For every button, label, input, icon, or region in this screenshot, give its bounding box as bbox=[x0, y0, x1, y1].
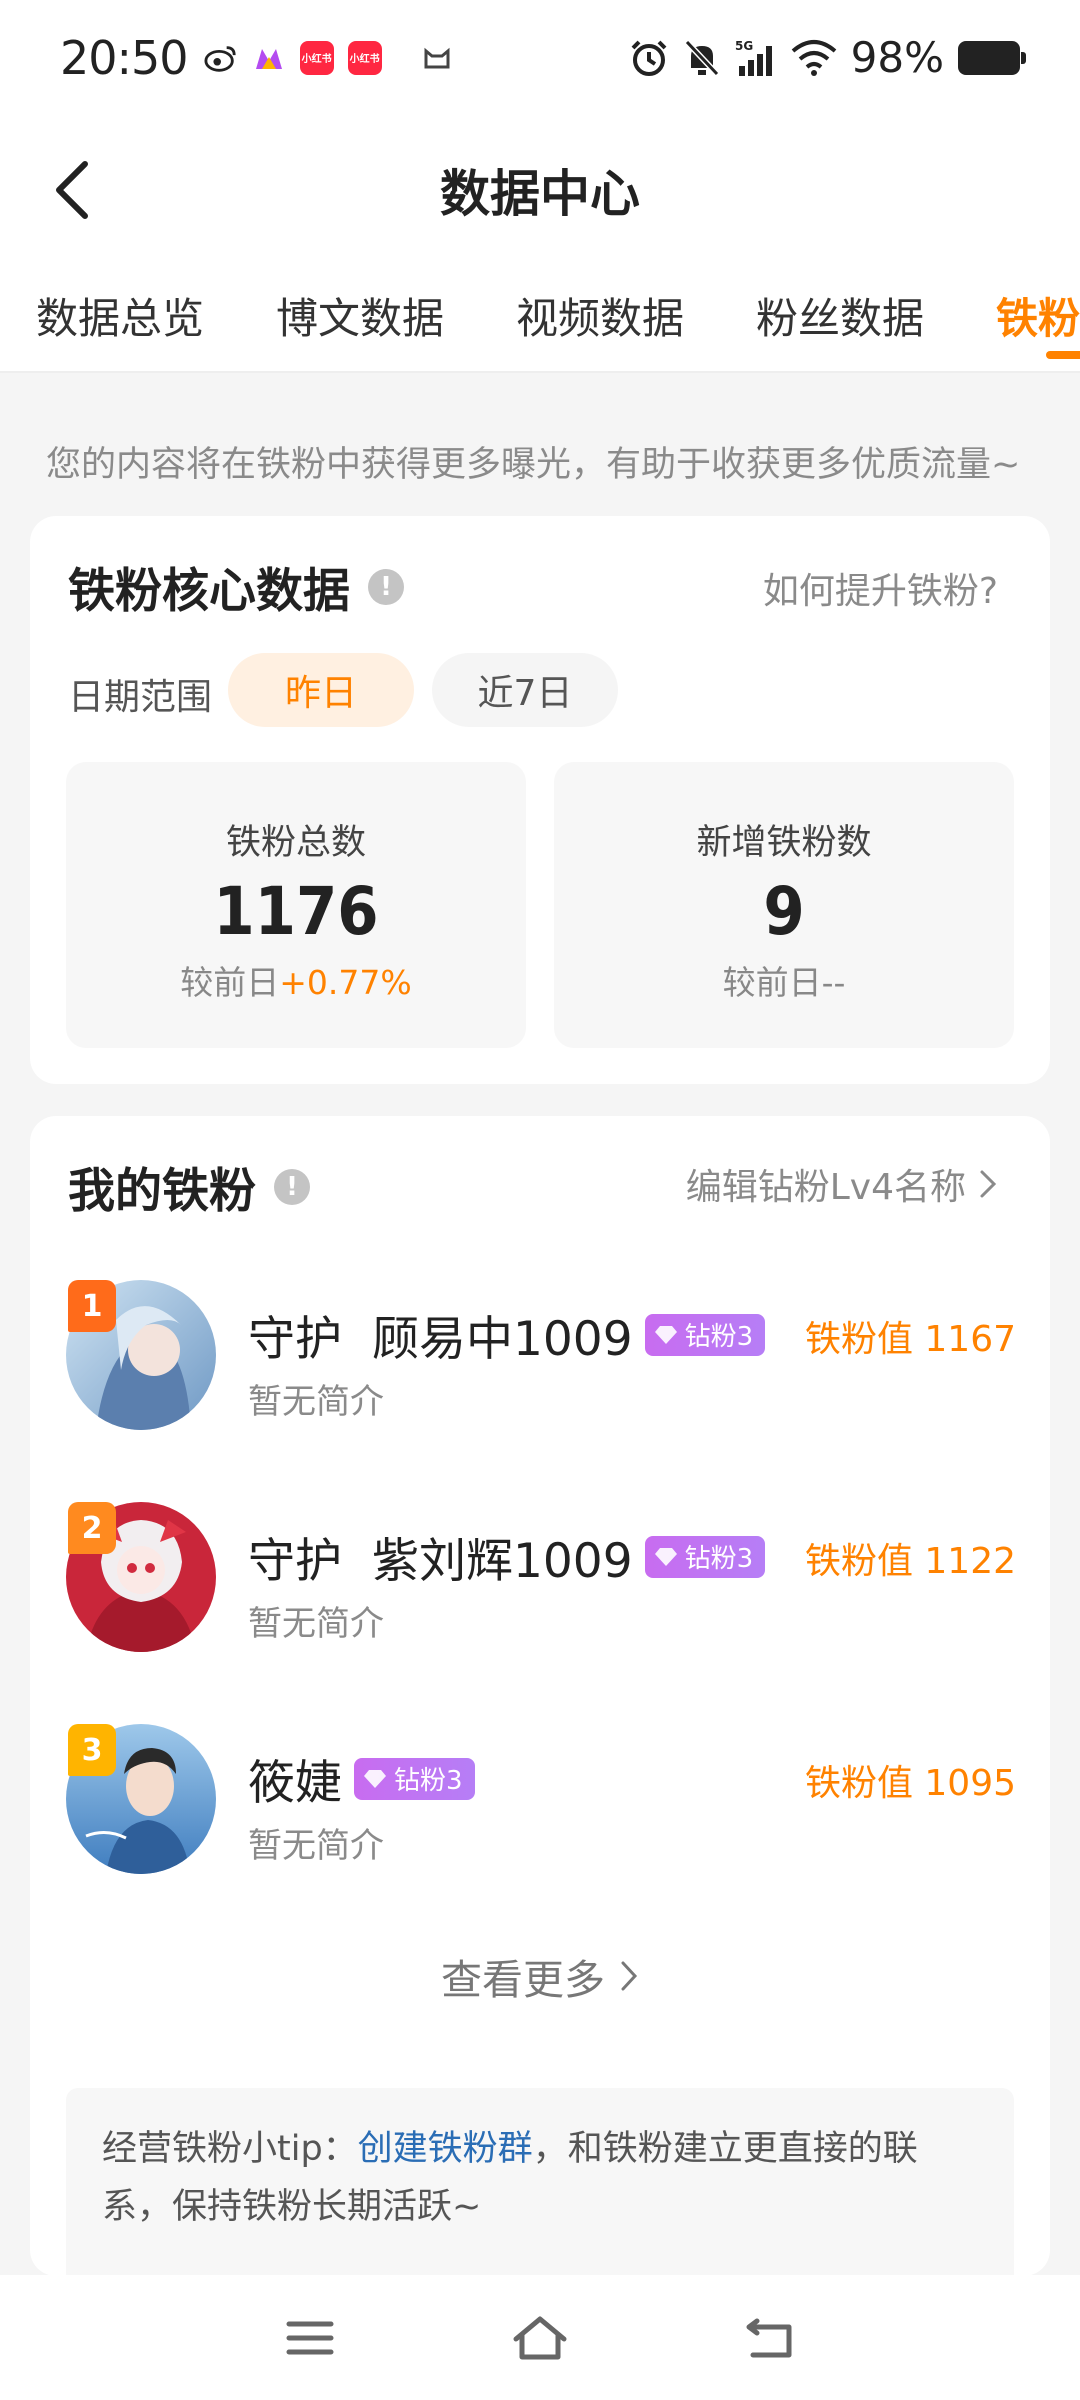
my-fans-card: 我的铁粉 ! 编辑钻粉Lv4名称 1 守护 顾易中1009 钻粉3 暂无简介 铁粉… bbox=[30, 1116, 1050, 2276]
menu-button[interactable] bbox=[270, 2298, 350, 2378]
my-fans-title-text: 我的铁粉 bbox=[68, 1164, 256, 1219]
range-yesterday-button[interactable]: 昨日 bbox=[228, 653, 414, 727]
tab-video-data[interactable]: 视频数据 bbox=[516, 285, 684, 346]
stat-change: 较前日-- bbox=[554, 956, 1014, 1004]
info-icon[interactable]: ! bbox=[274, 1168, 310, 1205]
fan-value: 铁粉值 1122 bbox=[804, 1541, 1016, 1582]
back-nav-button[interactable] bbox=[730, 2298, 810, 2378]
create-fan-group-link[interactable]: 创建铁粉群 bbox=[358, 2129, 533, 2169]
fan-value: 铁粉值 1167 bbox=[804, 1319, 1016, 1360]
new-fans-stat: 新增铁粉数 9 较前日-- bbox=[554, 762, 1014, 1048]
stat-value: 9 bbox=[763, 873, 805, 950]
rank-badge: 1 bbox=[68, 1280, 116, 1332]
svg-text:5G: 5G bbox=[735, 39, 753, 53]
chevron-right-icon bbox=[621, 1961, 638, 1991]
edit-tier-name-label: 编辑钻粉Lv4名称 bbox=[685, 1167, 966, 1208]
stat-label: 新增铁粉数 bbox=[696, 823, 872, 863]
diamond-icon bbox=[654, 1547, 677, 1566]
date-range-label: 日期范围 bbox=[68, 677, 213, 718]
status-time: 20:50 bbox=[60, 30, 189, 85]
fan-intro: 暂无简介 bbox=[248, 1382, 384, 1422]
fan-name: 守护 紫刘辉1009 钻粉3 bbox=[248, 1522, 766, 1591]
wifi-icon bbox=[791, 39, 837, 77]
back-button[interactable] bbox=[36, 155, 106, 225]
tab-iron-fans[interactable]: 铁粉 bbox=[996, 285, 1080, 346]
xiaohongshu-icon: 小红书 bbox=[347, 40, 382, 75]
fan-name: 筱婕 钻粉3 bbox=[248, 1744, 475, 1813]
fan-intro: 暂无简介 bbox=[248, 1826, 384, 1866]
mute-bell-icon bbox=[683, 38, 721, 78]
fan-name-text: 筱婕 bbox=[248, 1756, 342, 1811]
my-fans-title: 我的铁粉 ! bbox=[68, 1152, 310, 1221]
fan-name-text: 紫刘辉1009 bbox=[372, 1534, 633, 1589]
list-item[interactable]: 1 守护 顾易中1009 钻粉3 暂无简介 铁粉值 1167 bbox=[66, 1280, 1016, 1430]
fan-value: 铁粉值 1095 bbox=[804, 1763, 1016, 1804]
tag-label: 钻粉3 bbox=[684, 1322, 754, 1352]
stat-label: 铁粉总数 bbox=[225, 823, 366, 863]
fan-name-text: 顾易中1009 bbox=[372, 1312, 633, 1367]
core-data-card: 铁粉核心数据 ! 如何提升铁粉? 日期范围 昨日 近7日 铁粉总数 1176 较… bbox=[30, 516, 1050, 1084]
signal-5g-icon: 5G bbox=[735, 38, 777, 78]
fan-tip-box: 经营铁粉小tip：创建铁粉群，和铁粉建立更直接的联系，保持铁粉长期活跃~ bbox=[66, 2088, 1014, 2276]
exposure-tip: 您的内容将在铁粉中获得更多曝光，有助于收获更多优质流量~ bbox=[46, 445, 1021, 485]
list-item[interactable]: 2 守护 紫刘辉1009 钻粉3 暂无简介 铁粉值 1122 bbox=[66, 1502, 1016, 1652]
home-icon bbox=[513, 2316, 567, 2359]
battery-icon bbox=[958, 40, 1026, 75]
stat-change: 较前日+0.77% bbox=[66, 956, 526, 1004]
fan-name: 守护 顾易中1009 钻粉3 bbox=[248, 1300, 766, 1369]
stat-value: 1176 bbox=[213, 873, 379, 950]
fan-name-prefix: 守护 bbox=[248, 1534, 342, 1589]
diamond-fan-tag: 钻粉3 bbox=[644, 1535, 766, 1578]
rank-badge: 2 bbox=[68, 1502, 116, 1554]
alarm-icon bbox=[629, 38, 669, 78]
core-data-title: 铁粉核心数据 ! bbox=[68, 552, 404, 621]
nav-bar: 数据中心 bbox=[0, 115, 1080, 265]
colorful-app-icon bbox=[252, 41, 286, 75]
weibo-icon bbox=[204, 41, 238, 75]
tab-post-data[interactable]: 博文数据 bbox=[276, 285, 444, 346]
core-data-title-text: 铁粉核心数据 bbox=[68, 564, 350, 619]
status-bar: 20:50 小红书 小红书 5G 98% bbox=[0, 0, 1080, 115]
stat-change-prefix: 较前日 bbox=[180, 963, 280, 1002]
list-item[interactable]: 3 筱婕 钻粉3 暂无简介 铁粉值 1095 bbox=[66, 1724, 1016, 1874]
fan-name-prefix: 守护 bbox=[248, 1312, 342, 1367]
tag-label: 钻粉3 bbox=[394, 1766, 463, 1796]
tab-overview[interactable]: 数据总览 bbox=[36, 285, 204, 346]
edit-tier-name-link[interactable]: 编辑钻粉Lv4名称 bbox=[686, 1158, 998, 1210]
stat-change-prefix: 较前日 bbox=[722, 963, 822, 1002]
view-more-button[interactable]: 查看更多 bbox=[30, 1946, 1050, 2006]
page-title: 数据中心 bbox=[440, 165, 640, 223]
cat-app-icon bbox=[420, 41, 454, 75]
improve-fans-link[interactable]: 如何提升铁粉? bbox=[763, 562, 998, 614]
stat-change-value: +0.77% bbox=[279, 963, 412, 1002]
total-fans-stat: 铁粉总数 1176 较前日+0.77% bbox=[66, 762, 526, 1048]
chevron-right-icon bbox=[980, 1170, 997, 1198]
rank-badge: 3 bbox=[68, 1724, 116, 1776]
diamond-icon bbox=[654, 1325, 677, 1344]
battery-percent: 98% bbox=[850, 33, 944, 82]
tab-indicator bbox=[1046, 351, 1080, 359]
tab-fans-data[interactable]: 粉丝数据 bbox=[756, 285, 924, 346]
chevron-left-icon bbox=[56, 161, 88, 219]
fan-intro: 暂无简介 bbox=[248, 1604, 384, 1644]
range-7days-button[interactable]: 近7日 bbox=[432, 653, 618, 727]
home-button[interactable] bbox=[500, 2298, 580, 2378]
xiaohongshu-icon: 小红书 bbox=[299, 40, 334, 75]
stat-change-value: -- bbox=[821, 963, 846, 1002]
menu-icon bbox=[286, 2321, 334, 2354]
return-icon bbox=[746, 2318, 792, 2357]
tip-prefix: 经营铁粉小tip： bbox=[102, 2129, 358, 2169]
info-icon[interactable]: ! bbox=[368, 568, 404, 605]
tag-label: 钻粉3 bbox=[684, 1544, 754, 1574]
view-more-label: 查看更多 bbox=[441, 1956, 605, 2004]
diamond-icon bbox=[364, 1769, 386, 1788]
system-nav-bar bbox=[0, 2275, 1080, 2400]
diamond-fan-tag: 钻粉3 bbox=[354, 1757, 475, 1800]
diamond-fan-tag: 钻粉3 bbox=[644, 1313, 766, 1356]
tab-bar: 数据总览 博文数据 视频数据 粉丝数据 铁粉 bbox=[0, 265, 1080, 373]
status-app-icons: 小红书 小红书 bbox=[204, 40, 454, 75]
